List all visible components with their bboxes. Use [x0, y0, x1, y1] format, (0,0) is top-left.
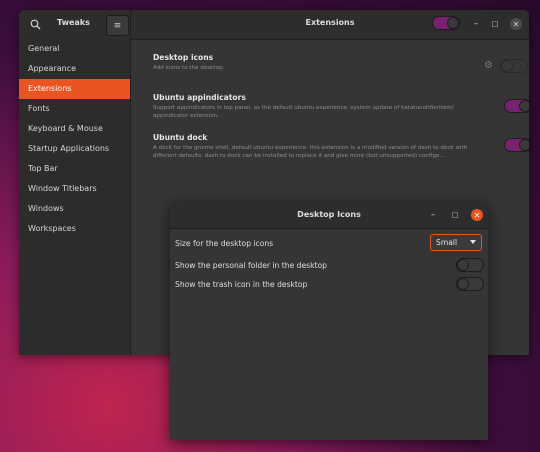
sidebar-item-keyboard-mouse[interactable]: Keyboard & Mouse	[19, 119, 130, 139]
dialog-title: Desktop Icons	[297, 210, 361, 219]
sidebar: General Appearance Extensions Fonts Keyb…	[19, 39, 131, 355]
minimize-icon: –	[430, 210, 436, 220]
switch-knob	[447, 17, 459, 29]
close-button[interactable]: ✕	[510, 18, 522, 30]
sidebar-item-appearance[interactable]: Appearance	[19, 59, 130, 79]
gear-icon[interactable]: ⚙	[484, 61, 494, 71]
ubuntu-dock-switch[interactable]	[504, 138, 529, 152]
extension-description: Support appindicators in top panel, as t…	[153, 105, 454, 119]
icon-size-dropdown[interactable]: Small	[430, 234, 482, 251]
maximize-icon: □	[491, 20, 499, 28]
minimize-icon: –	[473, 19, 479, 29]
close-icon: ✕	[512, 19, 520, 29]
personal-folder-label: Show the personal folder in the desktop	[175, 261, 327, 270]
ubuntu-appindicators-switch[interactable]	[504, 99, 529, 113]
extension-name: Ubuntu appindicators	[153, 93, 246, 102]
dialog-maximize-button[interactable]: □	[449, 209, 461, 221]
switch-knob	[457, 259, 469, 271]
dialog-close-button[interactable]: ✕	[471, 209, 483, 221]
size-label: Size for the desktop icons	[175, 239, 274, 248]
desktop-icons-switch[interactable]	[500, 59, 528, 73]
sidebar-item-startup-applications[interactable]: Startup Applications	[19, 139, 130, 159]
sidebar-item-extensions[interactable]: Extensions	[19, 79, 130, 99]
dialog-header-bar: Desktop Icons – □ ✕	[170, 203, 488, 229]
trash-icon-switch[interactable]	[456, 277, 484, 291]
sidebar-item-fonts[interactable]: Fonts	[19, 99, 130, 119]
dialog-minimize-button[interactable]: –	[427, 209, 439, 221]
close-icon: ✕	[473, 210, 481, 220]
dropdown-value: Small	[436, 238, 458, 247]
minimize-button[interactable]: –	[470, 18, 482, 30]
header-bar: Tweaks ≡ Extensions – □ ✕	[19, 10, 529, 40]
sidebar-item-windows[interactable]: Windows	[19, 199, 130, 219]
desktop-icons-dialog: Desktop Icons – □ ✕ Size for the desktop…	[170, 203, 488, 440]
extension-row-ubuntu-appindicators: Ubuntu appindicators Support appindicato…	[153, 93, 515, 120]
extension-name: Ubuntu dock	[153, 133, 208, 142]
switch-knob	[501, 60, 513, 72]
extension-row-ubuntu-dock: Ubuntu dock A dock for the gnome shell, …	[153, 133, 515, 160]
extensions-global-switch[interactable]	[432, 16, 460, 30]
sidebar-item-top-bar[interactable]: Top Bar	[19, 159, 130, 179]
trash-icon-label: Show the trash icon in the desktop	[175, 280, 308, 289]
maximize-button[interactable]: □	[489, 18, 501, 30]
sidebar-item-general[interactable]: General	[19, 39, 130, 59]
switch-knob	[519, 139, 529, 151]
extension-description: Add icons to the desktop.	[153, 65, 225, 71]
extension-row-desktop-icons: Desktop icons Add icons to the desktop.	[153, 53, 515, 72]
switch-knob	[519, 100, 529, 112]
maximize-icon: □	[451, 211, 459, 219]
chevron-down-icon	[470, 240, 476, 244]
extension-name: Desktop icons	[153, 53, 214, 62]
extension-description: A dock for the gnome shell, default ubun…	[153, 145, 468, 159]
switch-knob	[457, 278, 469, 290]
personal-folder-switch[interactable]	[456, 258, 484, 272]
sidebar-item-workspaces[interactable]: Workspaces	[19, 219, 130, 239]
sidebar-item-window-titlebars[interactable]: Window Titlebars	[19, 179, 130, 199]
